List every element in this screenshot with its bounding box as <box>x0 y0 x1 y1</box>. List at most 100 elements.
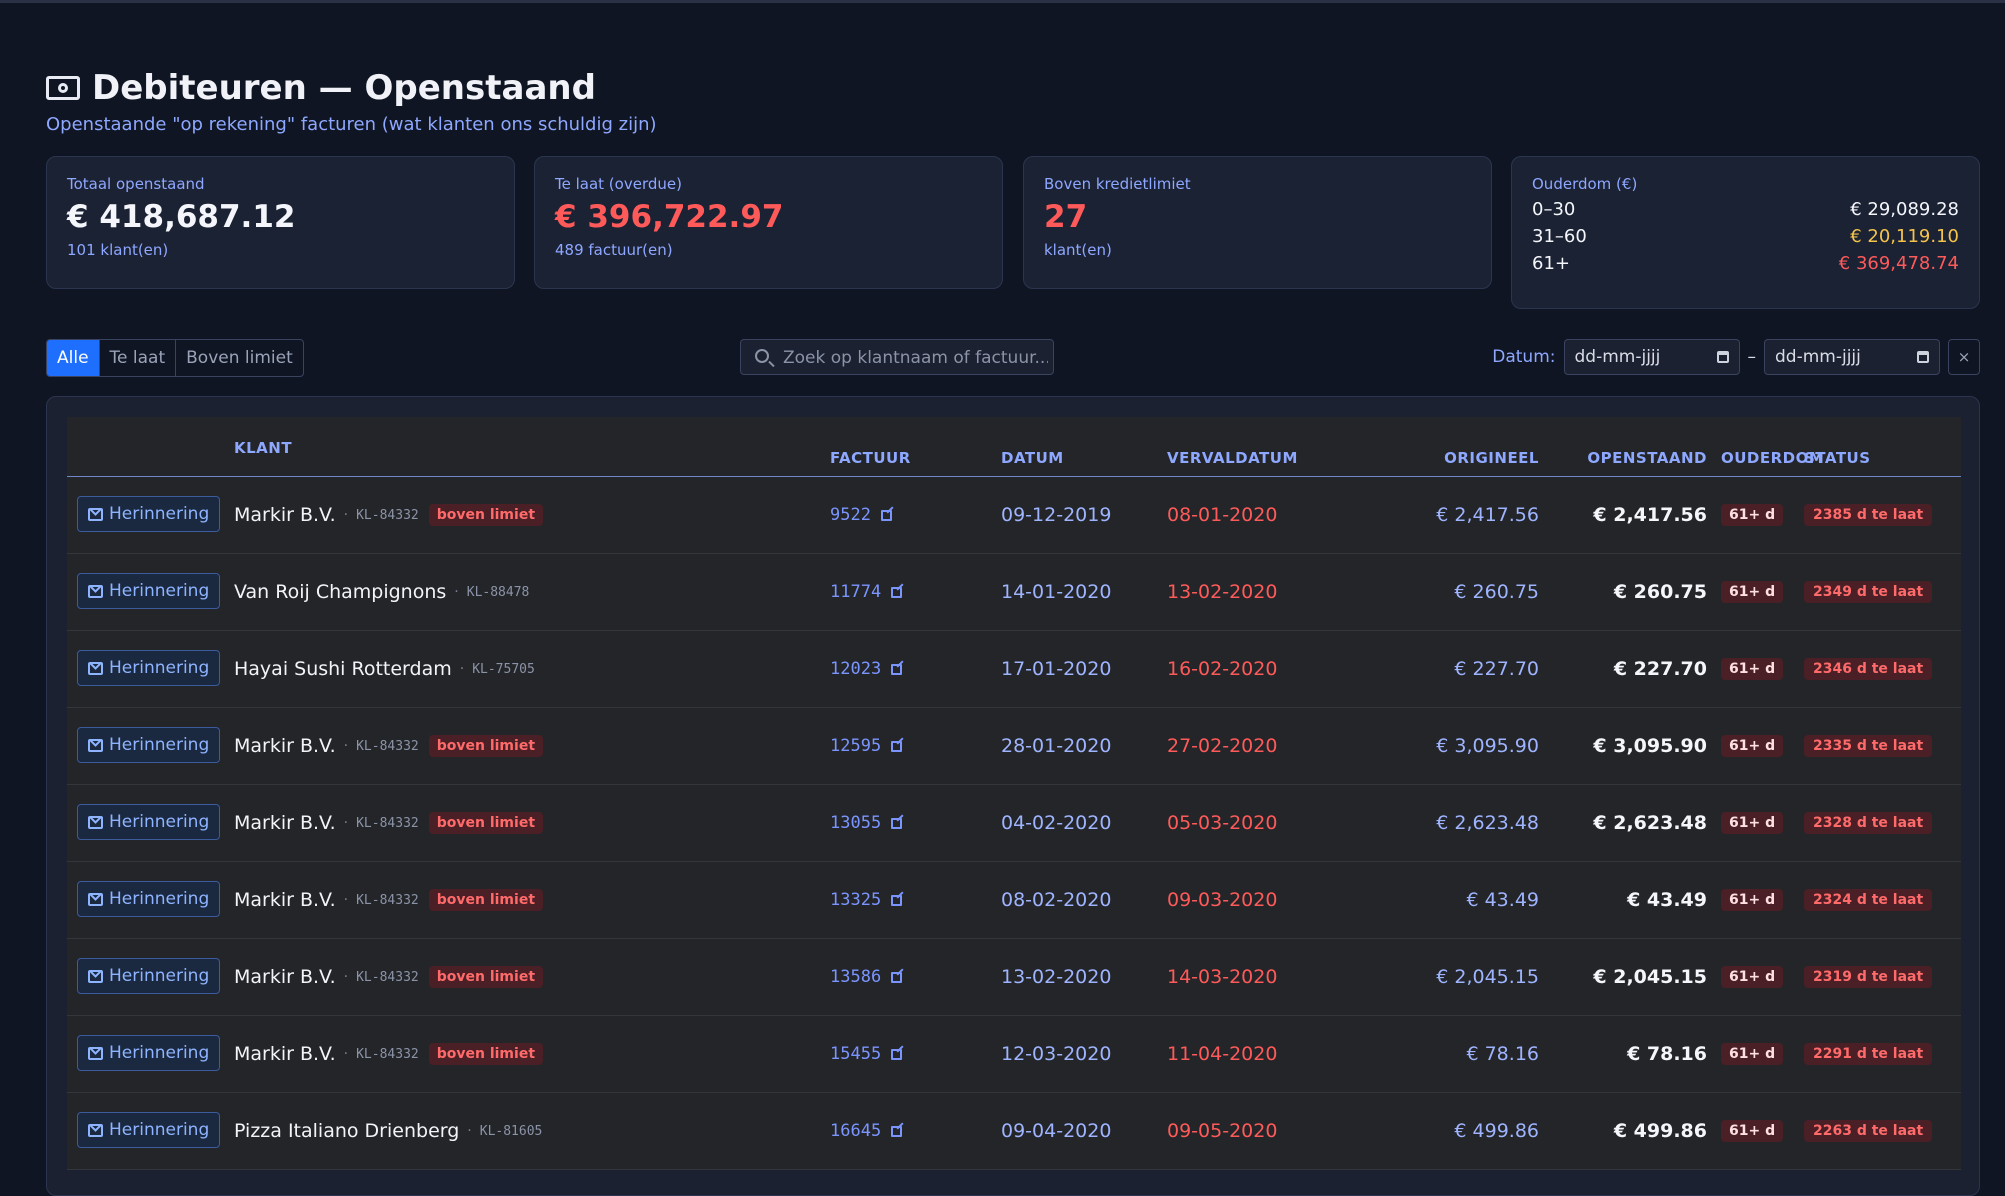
invoice-link[interactable]: 13586 <box>830 967 881 987</box>
mail-icon <box>88 507 103 521</box>
status-cell: 2349 d te laat <box>1804 554 1933 630</box>
customer-cell: Markir B.V. · KL-84332 boven limiet <box>234 477 544 553</box>
card-label: Totaal openstaand <box>67 175 205 193</box>
card-aging: Ouderdom (€) 0–30 € 29,089.28 31–60 € 20,11… <box>1511 156 1980 309</box>
aging-bucket-value: € 20,119.10 <box>1850 226 1959 247</box>
reminder-button[interactable]: Herinnering <box>77 958 221 994</box>
reminder-button[interactable]: Herinnering <box>77 1035 221 1071</box>
age-cell: 61+ d <box>1721 631 1784 707</box>
customer-cell: Markir B.V. · KL-84332 boven limiet <box>234 862 544 938</box>
calendar-icon[interactable] <box>1917 351 1929 363</box>
calendar-icon[interactable] <box>1716 351 1729 363</box>
invoice-link[interactable]: 9522 <box>830 505 871 525</box>
aging-rows: 0–30 € 29,089.28 31–60 € 20,119.10 61+ € 369,… <box>1532 199 1959 274</box>
customer-cell: Hayai Sushi Rotterdam · KL-75705 <box>234 631 535 707</box>
invoice-cell: 15455 <box>830 1016 903 1092</box>
age-badge: 61+ d <box>1721 658 1784 680</box>
aging-row: 0–30 € 29,089.28 <box>1532 199 1959 220</box>
customer-name[interactable]: Markir B.V. <box>234 966 336 988</box>
card-over-limit: Boven kredietlimiet 27 klant(en) <box>1023 156 1492 289</box>
reminder-button[interactable]: Herinnering <box>77 881 221 917</box>
mail-icon <box>88 892 103 906</box>
external-link-icon[interactable] <box>891 1048 903 1060</box>
age-cell: 61+ d <box>1721 554 1784 630</box>
customer-name[interactable]: Van Roij Champignons <box>234 581 446 603</box>
invoice-link[interactable]: 12023 <box>830 659 881 679</box>
col-openstaand[interactable]: OPENSTAAND <box>1547 449 1707 467</box>
due-date: 11-04-2020 <box>1167 1043 1278 1065</box>
customer-name[interactable]: Markir B.V. <box>234 1043 336 1065</box>
invoice-link[interactable]: 11774 <box>830 582 881 602</box>
col-klant[interactable]: KLANT <box>234 439 292 457</box>
customer-name[interactable]: Pizza Italiano Drienberg <box>234 1120 459 1142</box>
customer-name[interactable]: Markir B.V. <box>234 735 336 757</box>
card-value: 27 <box>1044 199 1088 235</box>
date-from-input[interactable]: dd-mm-jjjj <box>1563 339 1740 375</box>
col-status[interactable]: STATUS <box>1804 449 1871 467</box>
card-total-outstanding: Totaal openstaand € 418,687.12 101 klant… <box>46 156 515 289</box>
date-to-input[interactable]: dd-mm-jjjj <box>1764 339 1940 375</box>
page-title: Debiteuren — Openstaand <box>46 68 657 108</box>
age-cell: 61+ d <box>1721 1016 1784 1092</box>
external-link-icon[interactable] <box>891 586 903 598</box>
search-input[interactable] <box>781 340 1050 376</box>
invoice-date: 04-02-2020 <box>1001 812 1112 834</box>
status-cell: 2319 d te laat <box>1804 939 1933 1015</box>
reminder-button[interactable]: Herinnering <box>77 804 221 840</box>
tab-te-laat[interactable]: Te laat <box>100 340 177 376</box>
age-badge: 61+ d <box>1721 1043 1784 1065</box>
invoice-date: 08-02-2020 <box>1001 889 1112 911</box>
external-link-icon[interactable] <box>891 740 903 752</box>
external-link-icon[interactable] <box>891 894 903 906</box>
original-amount: € 43.49 <box>1466 889 1539 911</box>
status-badge: 2335 d te laat <box>1804 735 1933 757</box>
separator-dot: · <box>343 815 349 831</box>
customer-code: KL-84332 <box>356 969 419 985</box>
external-link-icon[interactable] <box>891 1125 903 1137</box>
mail-icon <box>88 584 103 598</box>
outstanding-amount: € 43.49 <box>1627 889 1707 911</box>
customer-name[interactable]: Markir B.V. <box>234 504 336 526</box>
invoice-date: 12-03-2020 <box>1001 1043 1112 1065</box>
clear-date-button[interactable]: × <box>1948 339 1980 375</box>
aging-row: 31–60 € 20,119.10 <box>1532 226 1959 247</box>
invoice-link[interactable]: 12595 <box>830 736 881 756</box>
reminder-button[interactable]: Herinnering <box>77 496 221 532</box>
tab-alle[interactable]: Alle <box>47 340 100 376</box>
col-origineel[interactable]: ORIGINEEL <box>1389 449 1539 467</box>
separator-dot: · <box>343 738 349 754</box>
reminder-button[interactable]: Herinnering <box>77 573 221 609</box>
reminder-button[interactable]: Herinnering <box>77 1112 221 1148</box>
external-link-icon[interactable] <box>891 817 903 829</box>
separator-dot: · <box>343 1046 349 1062</box>
reminder-button[interactable]: Herinnering <box>77 650 221 686</box>
customer-name[interactable]: Hayai Sushi Rotterdam <box>234 658 452 680</box>
invoice-link[interactable]: 13325 <box>830 890 881 910</box>
invoice-link[interactable]: 15455 <box>830 1044 881 1064</box>
table-row: Herinnering Markir B.V. · KL-84332 boven lim… <box>67 785 1961 862</box>
external-link-icon[interactable] <box>880 509 892 521</box>
aging-row: 61+ € 369,478.74 <box>1532 253 1959 274</box>
table-row: Herinnering Van Roij Champignons · KL-88478… <box>67 554 1961 631</box>
table-row: Herinnering Markir B.V. · KL-84332 boven lim… <box>67 708 1961 785</box>
customer-name[interactable]: Markir B.V. <box>234 889 336 911</box>
customer-name[interactable]: Markir B.V. <box>234 812 336 834</box>
invoice-link[interactable]: 13055 <box>830 813 881 833</box>
mail-icon <box>88 738 103 752</box>
external-link-icon[interactable] <box>891 971 903 983</box>
aging-bucket-label: 31–60 <box>1532 226 1587 247</box>
date-separator: – <box>1747 347 1757 367</box>
invoice-date: 28-01-2020 <box>1001 735 1112 757</box>
age-cell: 61+ d <box>1721 477 1784 553</box>
table-row: Herinnering Markir B.V. · KL-84332 boven lim… <box>67 477 1961 554</box>
invoice-date: 09-12-2019 <box>1001 504 1112 526</box>
external-link-icon[interactable] <box>891 663 903 675</box>
age-cell: 61+ d <box>1721 785 1784 861</box>
col-vervaldatum[interactable]: VERVALDATUM <box>1167 449 1298 467</box>
invoice-link[interactable]: 16645 <box>830 1121 881 1141</box>
tab-boven-limiet[interactable]: Boven limiet <box>176 340 303 376</box>
reminder-label: Herinnering <box>109 504 210 524</box>
col-factuur[interactable]: FACTUUR <box>830 449 911 467</box>
col-datum[interactable]: DATUM <box>1001 449 1064 467</box>
reminder-button[interactable]: Herinnering <box>77 727 221 763</box>
